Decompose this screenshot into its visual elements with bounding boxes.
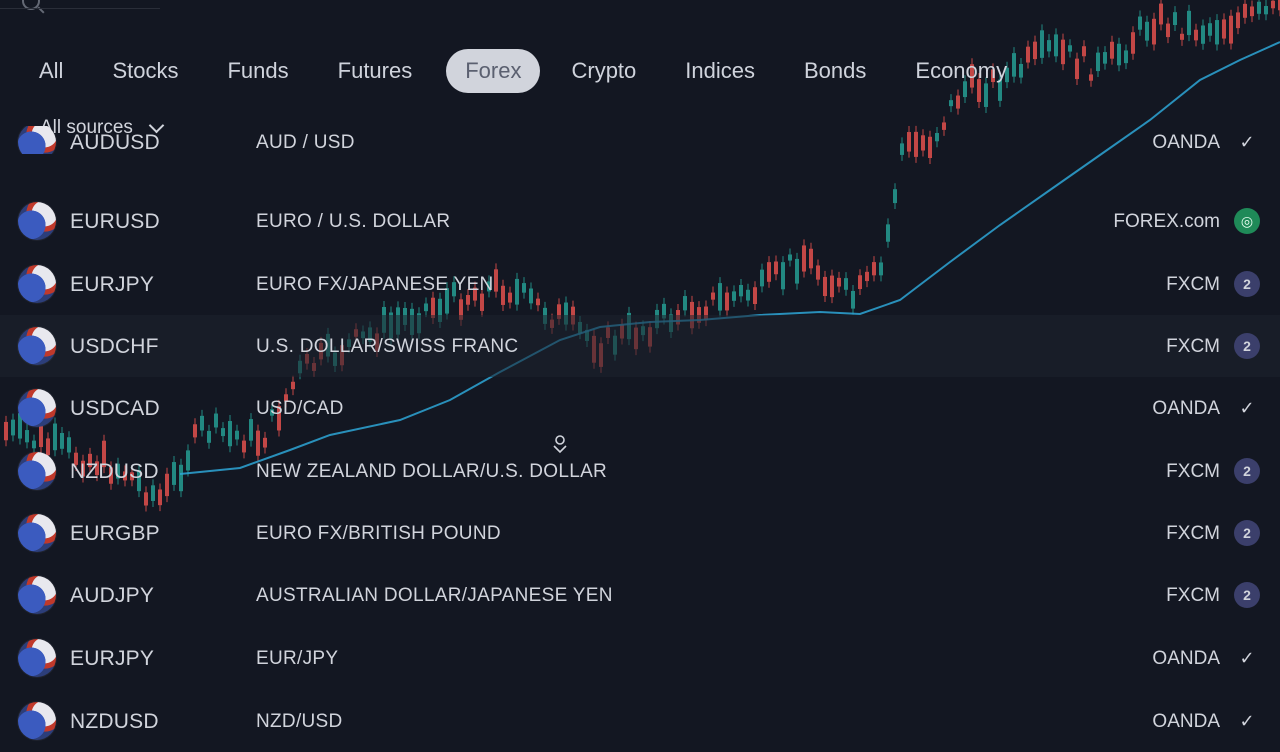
currency-flag-icon (18, 265, 56, 303)
symbol-row[interactable]: AUDJPY AUSTRALIAN DOLLAR/JAPANESE YEN FXCM… (0, 564, 1280, 626)
source-name: FXCM (1166, 523, 1220, 544)
source-badge-icon: ✓ (1239, 132, 1255, 152)
currency-flag-icon (18, 452, 56, 490)
symbol-row[interactable]: EURJPY EUR/JPY OANDA ✓ (0, 627, 1280, 689)
source-badge-icon: 2 (1234, 333, 1260, 359)
tab-all[interactable]: All (24, 49, 78, 93)
symbol-row[interactable]: EURUSD EURO / U.S. DOLLAR FOREX.com ◎ (0, 190, 1280, 252)
symbol-description: NZD/USD (256, 711, 343, 732)
symbol-description: EUR/JPY (256, 648, 339, 669)
source-badge-icon: 2 (1234, 520, 1260, 546)
source-badge-icon: 2 (1234, 582, 1260, 608)
tab-economy[interactable]: Economy (900, 49, 1022, 93)
currency-flag-icon (18, 327, 56, 365)
symbol-ticker: EURUSD (70, 210, 160, 233)
tab-bonds[interactable]: Bonds (789, 49, 881, 93)
search-underline (0, 8, 160, 9)
symbol-row[interactable]: EURJPY EURO FX/JAPANESE YEN FXCM 2 (0, 253, 1280, 315)
source-name: FOREX.com (1113, 211, 1220, 232)
source-name: FXCM (1166, 274, 1220, 295)
symbol-ticker: USDCHF (70, 335, 159, 358)
source-badge-icon: ✓ (1239, 398, 1255, 418)
symbol-ticker: EURGBP (70, 522, 160, 545)
source-badge-icon: 2 (1234, 271, 1260, 297)
currency-flag-icon (18, 126, 56, 154)
source-badge-icon: ◎ (1234, 208, 1260, 234)
currency-flag-icon (18, 202, 56, 240)
symbol-row[interactable]: USDCAD USD/CAD OANDA ✓ (0, 377, 1280, 439)
symbol-row[interactable]: AUDUSD AUD / USD OANDA ✓ (0, 126, 1280, 154)
source-badge-icon: ✓ (1239, 648, 1255, 668)
symbol-description: EURO / U.S. DOLLAR (256, 211, 451, 232)
symbol-description: NEW ZEALAND DOLLAR/U.S. DOLLAR (256, 461, 608, 482)
source-name: OANDA (1152, 132, 1220, 153)
category-tabs: All Stocks Funds Futures Forex Crypto Indices B… (24, 49, 1041, 93)
cursor-icon (553, 435, 567, 454)
symbol-ticker: NZDUSD (70, 710, 159, 733)
tab-funds[interactable]: Funds (212, 49, 303, 93)
symbol-description: EURO FX/JAPANESE YEN (256, 274, 494, 295)
currency-flag-icon (18, 702, 56, 740)
symbol-row[interactable]: NZDUSD NZD/USD OANDA ✓ (0, 690, 1280, 752)
symbol-description: AUD / USD (256, 132, 355, 153)
source-name: FXCM (1166, 461, 1220, 482)
tab-indices[interactable]: Indices (670, 49, 770, 93)
symbol-description: USD/CAD (256, 398, 344, 419)
symbol-ticker: EURJPY (70, 273, 155, 296)
symbol-description: U.S. DOLLAR/SWISS FRANC (256, 336, 519, 357)
currency-flag-icon (18, 389, 56, 427)
symbol-ticker: AUDJPY (70, 584, 155, 607)
symbol-row[interactable]: NZDUSD NEW ZEALAND DOLLAR/U.S. DOLLAR FXCM… (0, 440, 1280, 502)
tab-forex[interactable]: Forex (446, 49, 541, 93)
symbol-description: EURO FX/BRITISH POUND (256, 523, 501, 544)
currency-flag-icon (18, 514, 56, 552)
source-name: OANDA (1152, 711, 1220, 732)
tab-crypto[interactable]: Crypto (556, 49, 651, 93)
source-badge-icon: ✓ (1239, 711, 1255, 731)
symbol-ticker: USDCAD (70, 397, 160, 420)
currency-flag-icon (18, 576, 56, 614)
search-bar[interactable] (0, 0, 160, 18)
source-name: FXCM (1166, 336, 1220, 357)
currency-flag-icon (18, 639, 56, 677)
symbol-ticker: EURJPY (70, 647, 155, 670)
source-name: OANDA (1152, 398, 1220, 419)
source-name: FXCM (1166, 585, 1220, 606)
tab-futures[interactable]: Futures (323, 49, 428, 93)
symbol-ticker: AUDUSD (70, 131, 160, 154)
source-badge-icon: 2 (1234, 458, 1260, 484)
symbol-ticker: NZDUSD (70, 460, 159, 483)
symbol-row[interactable]: EURGBP EURO FX/BRITISH POUND FXCM 2 (0, 502, 1280, 564)
tab-stocks[interactable]: Stocks (97, 49, 193, 93)
symbol-description: AUSTRALIAN DOLLAR/JAPANESE YEN (256, 585, 613, 606)
symbol-row[interactable]: USDCHF U.S. DOLLAR/SWISS FRANC FXCM 2 (0, 315, 1280, 377)
source-name: OANDA (1152, 648, 1220, 669)
